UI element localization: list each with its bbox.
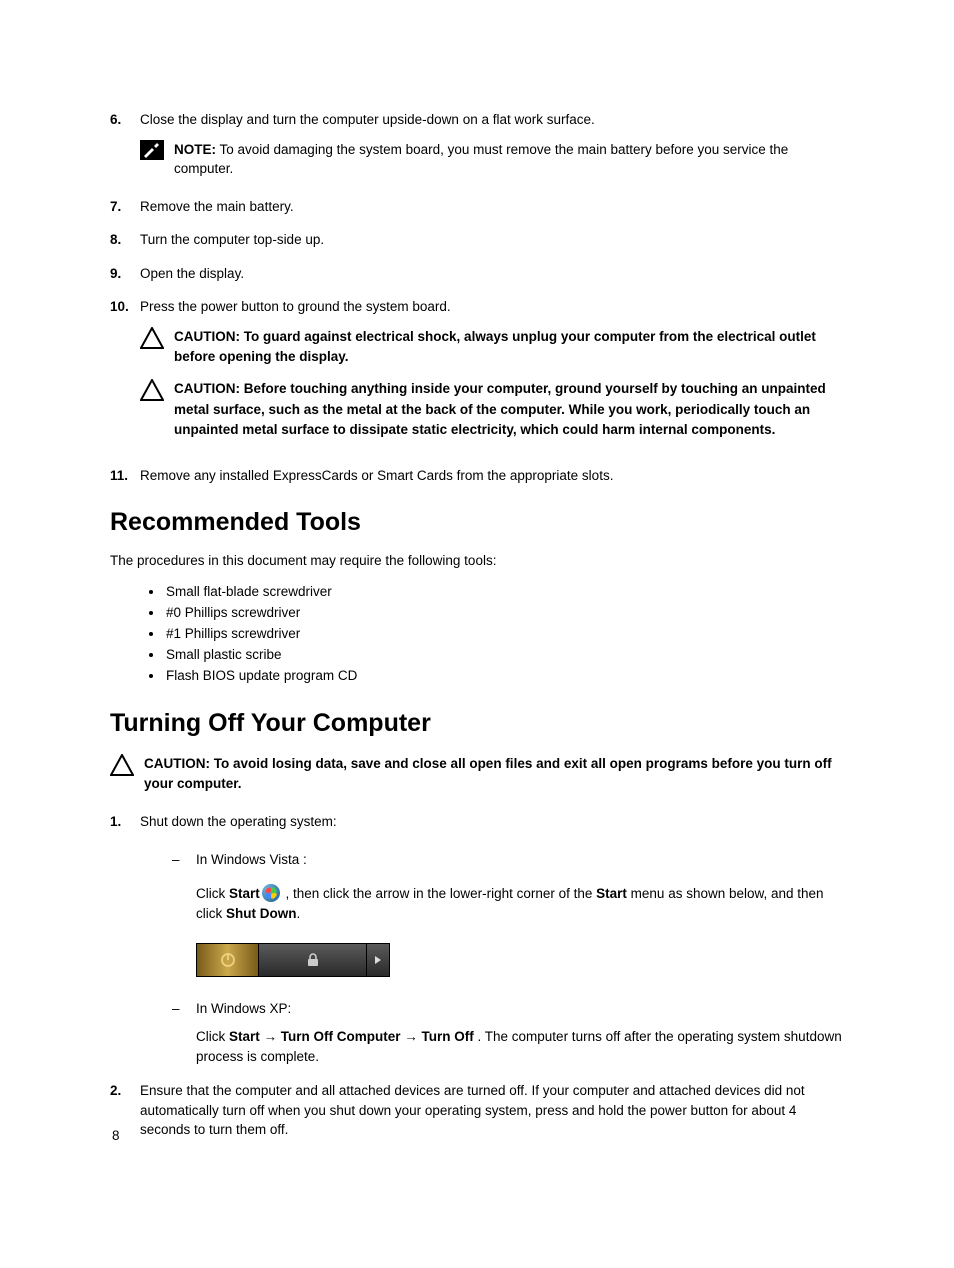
step-6-text: Close the display and turn the computer … bbox=[140, 110, 844, 130]
shutdown-menu-bar bbox=[196, 943, 390, 977]
step-7-num: 7. bbox=[110, 197, 140, 217]
note-block: NOTE: To avoid damaging the system board… bbox=[140, 140, 844, 179]
caution-icon bbox=[110, 754, 136, 776]
heading-recommended-tools: Recommended Tools bbox=[110, 508, 844, 537]
step-11-num: 11. bbox=[110, 466, 140, 486]
windows-start-orb-icon bbox=[262, 884, 280, 902]
dash-icon: – bbox=[172, 850, 196, 995]
step-9-text: Open the display. bbox=[140, 264, 844, 284]
tools-list: Small flat-blade screwdriver #0 Phillips… bbox=[164, 584, 844, 683]
caution-icon bbox=[140, 327, 166, 349]
step-8-text: Turn the computer top-side up. bbox=[140, 230, 844, 250]
xp-instruction: Click Start → Turn Off Computer → Turn O… bbox=[196, 1027, 844, 1068]
caution-block-2: CAUTION: Before touching anything inside… bbox=[140, 379, 844, 440]
heading-turning-off: Turning Off Your Computer bbox=[110, 709, 844, 738]
step-6-num: 6. bbox=[110, 110, 140, 183]
caution-icon bbox=[140, 379, 166, 401]
step-7: 7. Remove the main battery. bbox=[110, 197, 844, 217]
note-icon bbox=[140, 140, 166, 160]
tools-intro: The procedures in this document may requ… bbox=[110, 553, 844, 568]
caution-block-1: CAUTION: To guard against electrical sho… bbox=[140, 327, 844, 368]
xp-label: In Windows XP: bbox=[196, 999, 844, 1019]
tools-item: #0 Phillips screwdriver bbox=[164, 605, 844, 620]
shutdown-step-1: 1. Shut down the operating system: – In … bbox=[110, 812, 844, 1067]
step-11: 11. Remove any installed ExpressCards or… bbox=[110, 466, 844, 486]
lock-button-icon bbox=[259, 944, 367, 976]
power-button-icon bbox=[197, 944, 259, 976]
caution-1-text: CAUTION: To guard against electrical sho… bbox=[174, 327, 844, 368]
step-9: 9. Open the display. bbox=[110, 264, 844, 284]
caution-block-turnoff: CAUTION: To avoid losing data, save and … bbox=[110, 754, 844, 795]
tools-item: Flash BIOS update program CD bbox=[164, 668, 844, 683]
step-8: 8. Turn the computer top-side up. bbox=[110, 230, 844, 250]
step-11-text: Remove any installed ExpressCards or Sma… bbox=[140, 466, 844, 486]
vista-instruction: Click Start , then click the arrow in th… bbox=[196, 884, 844, 925]
shutdown-step-1-num: 1. bbox=[110, 812, 140, 1067]
caution-2-text: CAUTION: Before touching anything inside… bbox=[174, 379, 844, 440]
step-8-num: 8. bbox=[110, 230, 140, 250]
tools-item: Small plastic scribe bbox=[164, 647, 844, 662]
shutdown-step-2: 2. Ensure that the computer and all atta… bbox=[110, 1081, 844, 1140]
page-number: 8 bbox=[112, 1128, 120, 1143]
shutdown-step-2-text: Ensure that the computer and all attache… bbox=[140, 1081, 844, 1140]
step-10-text: Press the power button to ground the sys… bbox=[140, 297, 844, 317]
step-7-text: Remove the main battery. bbox=[140, 197, 844, 217]
dash-icon: – bbox=[172, 999, 196, 1068]
shutdown-step-1-text: Shut down the operating system: bbox=[140, 812, 844, 832]
vista-item: – In Windows Vista : Click Start , then … bbox=[172, 850, 844, 995]
vista-label: In Windows Vista : bbox=[196, 850, 844, 870]
step-9-num: 9. bbox=[110, 264, 140, 284]
caution-turnoff-text: CAUTION: To avoid losing data, save and … bbox=[144, 754, 844, 795]
xp-item: – In Windows XP: Click Start → Turn Off … bbox=[172, 999, 844, 1068]
tools-item: #1 Phillips screwdriver bbox=[164, 626, 844, 641]
step-10: 10. Press the power button to ground the… bbox=[110, 297, 844, 452]
note-text: NOTE: To avoid damaging the system board… bbox=[174, 140, 844, 179]
step-10-num: 10. bbox=[110, 297, 140, 452]
tools-item: Small flat-blade screwdriver bbox=[164, 584, 844, 599]
step-6: 6. Close the display and turn the comput… bbox=[110, 110, 844, 183]
arrow-button-icon bbox=[367, 944, 389, 976]
